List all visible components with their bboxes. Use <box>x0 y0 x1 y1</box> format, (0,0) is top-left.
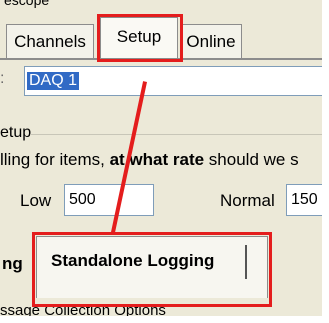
tab-online-label: Online <box>186 32 236 51</box>
normal-rate-input[interactable]: 150 <box>286 184 322 216</box>
annotation-box-standalone <box>32 232 272 307</box>
low-rate-value: 500 <box>69 191 96 208</box>
daq-name-value: DAQ 1 <box>27 72 80 90</box>
window-title-fragment: escope <box>4 0 50 8</box>
tab-channels[interactable]: Channels <box>6 24 94 58</box>
lower-tab-left-fragment[interactable]: ng <box>2 254 23 274</box>
tab-online[interactable]: Online <box>180 24 242 58</box>
polling-prompt-suffix: should we s <box>204 150 299 169</box>
normal-rate-label: Normal <box>220 191 275 210</box>
settings-panel: escope Channels Setup Online : DAQ 1 etu… <box>0 0 322 316</box>
daq-name-field[interactable]: DAQ 1 <box>24 66 322 96</box>
normal-rate-value: 150 <box>291 191 318 208</box>
low-rate-input[interactable]: 500 <box>64 184 154 216</box>
field-marker: : <box>0 70 5 87</box>
annotation-box-setup <box>97 14 183 62</box>
low-rate-label: Low <box>20 191 52 210</box>
section-label-fragment: etup <box>0 124 32 141</box>
polling-prompt-prefix: lling for items, <box>0 150 110 169</box>
tab-channels-label: Channels <box>14 32 86 51</box>
polling-prompt-emphasis: at what rate <box>109 150 205 169</box>
polling-prompt: lling for items, at what rate should we … <box>0 150 299 170</box>
section-divider <box>30 134 322 135</box>
